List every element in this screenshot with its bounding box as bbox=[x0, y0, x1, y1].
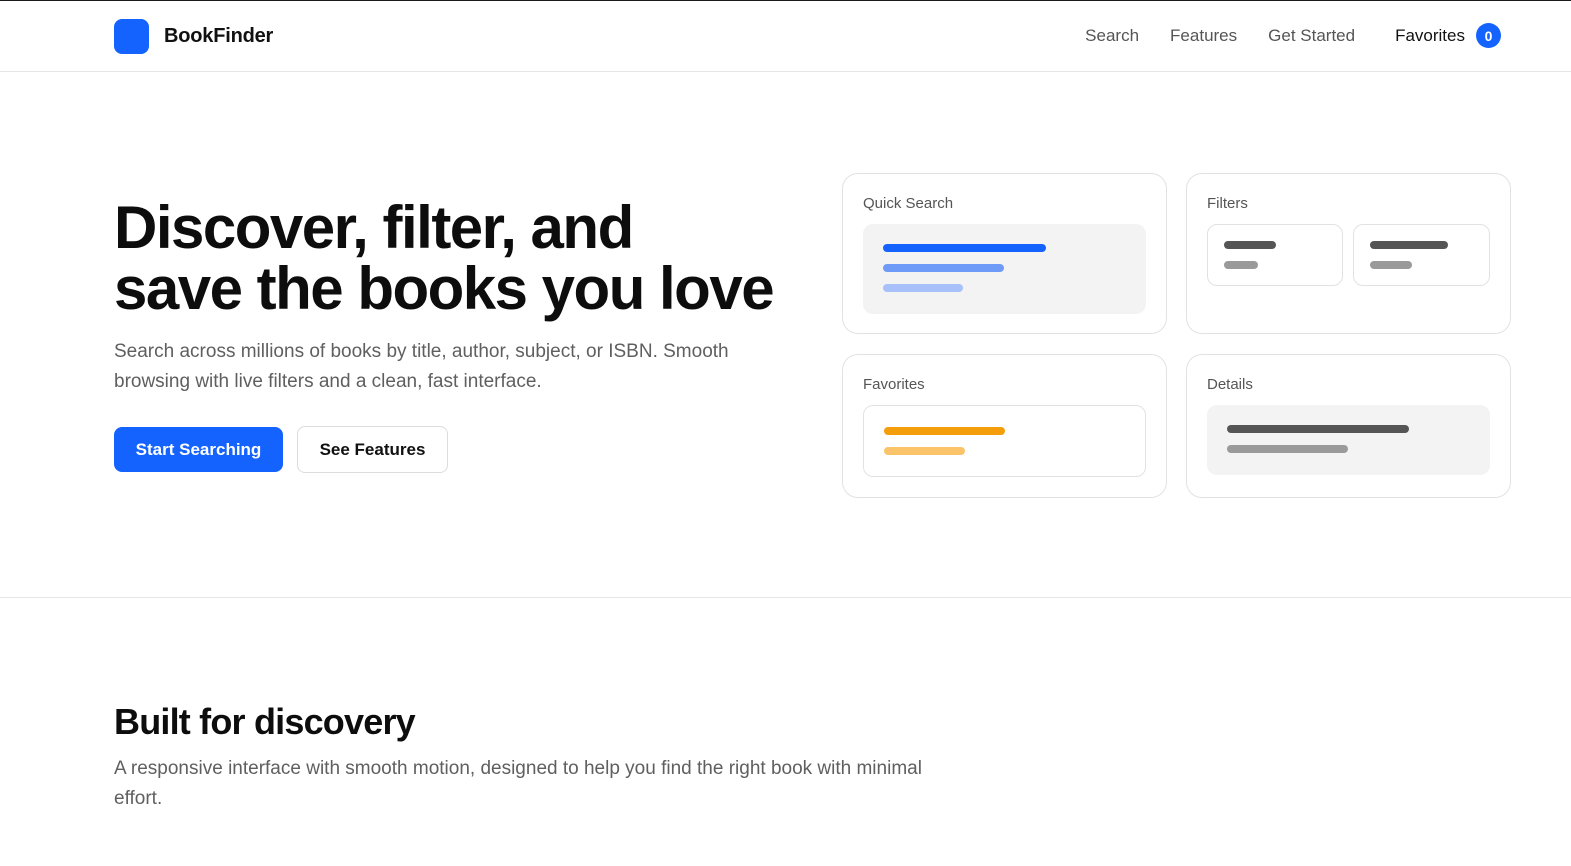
filters-preview-card: Filters bbox=[1186, 173, 1511, 334]
hero-subtitle: Search across millions of books by title… bbox=[114, 341, 729, 392]
preview-bar bbox=[884, 447, 965, 455]
top-navbar: BookFinder Search Features Get Started F… bbox=[0, 1, 1571, 72]
brand[interactable]: BookFinder bbox=[114, 19, 273, 54]
brand-logo-icon bbox=[114, 19, 149, 54]
details-card-title: Details bbox=[1207, 376, 1253, 393]
nav-link-search[interactable]: Search bbox=[1085, 26, 1139, 46]
favorites-preview-box bbox=[863, 405, 1146, 477]
start-searching-button[interactable]: Start Searching bbox=[114, 427, 283, 472]
details-preview-card: Details bbox=[1186, 354, 1511, 498]
favorites-nav-button[interactable]: Favorites 0 bbox=[1395, 23, 1501, 48]
favorites-card-title: Favorites bbox=[863, 376, 925, 393]
preview-bar bbox=[884, 427, 1005, 435]
filter-chip-preview bbox=[1207, 224, 1343, 286]
favorites-preview-card: Favorites bbox=[842, 354, 1167, 498]
features-section-subtitle: A responsive interface with smooth motio… bbox=[114, 758, 922, 809]
quick-search-preview-card: Quick Search bbox=[842, 173, 1167, 334]
preview-bar bbox=[1227, 425, 1409, 433]
page: BookFinder Search Features Get Started F… bbox=[0, 0, 1571, 866]
hero-title-line-2: save the books you love bbox=[114, 255, 775, 322]
preview-bar bbox=[1370, 261, 1412, 269]
filters-card-title: Filters bbox=[1207, 195, 1248, 212]
quick-search-card-title: Quick Search bbox=[863, 195, 954, 212]
see-features-button[interactable]: See Features bbox=[297, 426, 448, 473]
preview-bar bbox=[883, 284, 963, 292]
hero-title: Discover, filter, and save the books you… bbox=[114, 197, 814, 319]
features-section-title: Built for discovery bbox=[114, 701, 416, 742]
preview-bar bbox=[1370, 241, 1448, 249]
preview-bar bbox=[1227, 445, 1348, 453]
quick-search-preview-box bbox=[863, 224, 1146, 314]
favorites-count-badge: 0 bbox=[1476, 23, 1501, 48]
preview-bar bbox=[883, 264, 1004, 272]
hero-title-line-1: Discover, filter, and bbox=[114, 194, 634, 261]
filter-chip-preview bbox=[1353, 224, 1490, 286]
preview-bar bbox=[883, 244, 1046, 252]
brand-name: BookFinder bbox=[164, 25, 274, 47]
preview-bar bbox=[1224, 261, 1258, 269]
preview-bar bbox=[1224, 241, 1276, 249]
details-preview-box bbox=[1207, 405, 1490, 475]
favorites-nav-label: Favorites bbox=[1395, 25, 1465, 45]
main-nav: Search Features Get Started Favorites 0 bbox=[1054, 23, 1501, 48]
nav-link-features[interactable]: Features bbox=[1170, 26, 1237, 46]
section-divider bbox=[0, 597, 1571, 598]
nav-link-get-started[interactable]: Get Started bbox=[1268, 26, 1355, 46]
